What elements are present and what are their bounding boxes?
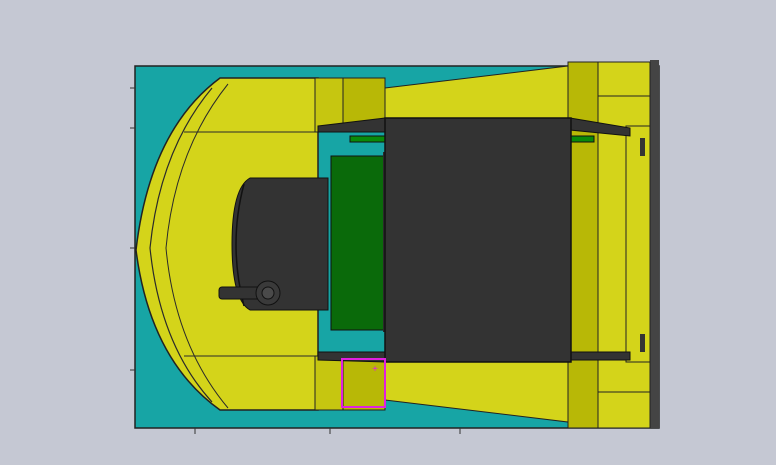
rear-counterweight[interactable]	[567, 61, 599, 429]
roof-panel[interactable]	[384, 117, 572, 363]
cad-viewport[interactable]: +	[0, 0, 776, 465]
green-strip-top	[349, 135, 387, 143]
rib-bottom-right	[342, 355, 386, 411]
steering-knob-inner	[261, 286, 275, 300]
green-strip-right	[569, 135, 595, 143]
battery-green[interactable]	[330, 155, 388, 331]
model-drawing: +	[130, 60, 660, 434]
mast-slot-bottom	[640, 334, 645, 352]
mast-bracket	[625, 125, 651, 363]
rear-edge	[650, 60, 659, 428]
roof-rail-right-bottom	[569, 351, 631, 361]
mast-slot-top	[640, 138, 645, 156]
roof-rail-left-bottom	[317, 351, 386, 363]
selection-marker: +	[372, 364, 378, 375]
rib-bottom-left	[314, 355, 344, 411]
